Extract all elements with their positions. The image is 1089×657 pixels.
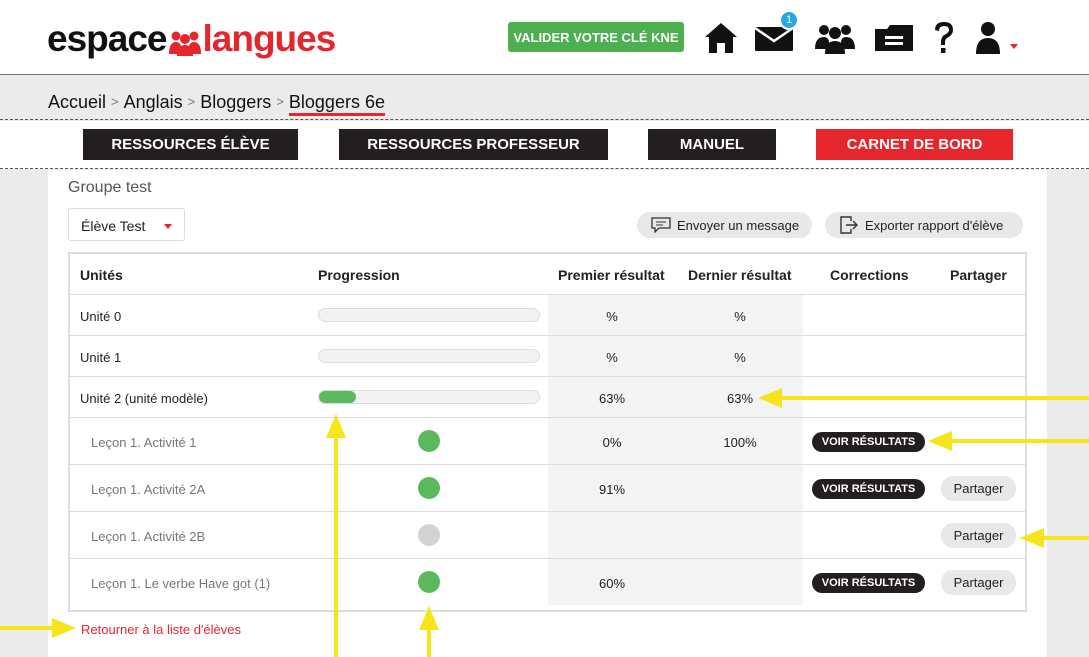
user-icon[interactable] xyxy=(973,18,1003,58)
breadcrumb-item-anglais[interactable]: Anglais xyxy=(124,92,183,112)
first-result: 63% xyxy=(598,391,626,406)
nav-ressources-professeur-button[interactable]: RESSOURCES PROFESSEUR xyxy=(339,129,608,160)
logo-people-icon xyxy=(168,31,201,56)
breadcrumb-separator: > xyxy=(187,94,196,109)
top-header: espace langues VALIDER VOTRE CLÉ KNE 1 xyxy=(0,0,1089,75)
col-header-progress: Progression xyxy=(318,267,400,283)
breadcrumb-item-accueil[interactable]: Accueil xyxy=(48,92,106,112)
home-icon[interactable] xyxy=(702,18,740,58)
mail-badge: 1 xyxy=(779,10,799,30)
share-button[interactable]: Partager xyxy=(941,570,1016,595)
help-icon[interactable] xyxy=(931,18,957,58)
student-select-value: Élève Test xyxy=(81,218,146,234)
back-to-student-list-link[interactable]: Retourner à la liste d'élèves xyxy=(81,622,241,637)
breadcrumb-separator: > xyxy=(276,94,284,109)
first-result: 0% xyxy=(602,435,622,450)
unit-label: Unité 0 xyxy=(80,309,122,324)
user-menu-caret-icon[interactable] xyxy=(1010,44,1018,49)
logo-text-langues: langues xyxy=(202,18,337,59)
first-result: 60% xyxy=(598,576,626,591)
nav-ressources-eleve-button[interactable]: RESSOURCES ÉLÈVE xyxy=(83,129,298,160)
logo-text-espace: espace xyxy=(47,18,167,59)
share-button[interactable]: Partager xyxy=(941,476,1016,501)
send-message-button[interactable]: Envoyer un message xyxy=(637,212,812,238)
chevron-down-icon xyxy=(164,224,172,229)
breadcrumb-separator: > xyxy=(111,94,119,109)
col-header-corrections: Corrections xyxy=(830,267,909,283)
status-dot-done xyxy=(418,430,440,452)
view-results-button[interactable]: VOIR RÉSULTATS xyxy=(812,432,925,452)
progress-bar-fill xyxy=(319,391,357,403)
view-results-button[interactable]: VOIR RÉSULTATS xyxy=(812,573,925,593)
progress-bar xyxy=(318,349,540,363)
last-result: % xyxy=(734,309,746,324)
lesson-label: Leçon 1. Activité 1 xyxy=(91,435,197,450)
nav-carnet-de-bord-button[interactable]: CARNET DE BORD xyxy=(816,129,1013,160)
breadcrumb-bar: Accueil > Anglais > Bloggers > Bloggers 6e xyxy=(0,76,1089,120)
last-result: 63% xyxy=(726,391,754,406)
student-report-panel: Groupe test Élève Test Envoyer un messag… xyxy=(48,170,1047,657)
breadcrumb-item-bloggers[interactable]: Bloggers xyxy=(200,92,271,112)
folder-icon[interactable] xyxy=(873,18,915,58)
breadcrumb-item-current: Bloggers 6e xyxy=(288,92,385,116)
table-row[interactable]: Leçon 1. Activité 2A 91% VOIR RÉSULTATS … xyxy=(70,464,1025,511)
view-results-button[interactable]: VOIR RÉSULTATS xyxy=(812,479,925,499)
export-report-label: Exporter rapport d'élève xyxy=(865,217,1004,233)
lesson-label: Leçon 1. Le verbe Have got (1) xyxy=(91,576,271,591)
espacelangues-logo[interactable]: espace langues xyxy=(47,18,337,60)
col-header-last-result: Dernier résultat xyxy=(688,267,792,283)
table-row[interactable]: Unité 0 % % xyxy=(70,294,1025,335)
breadcrumb: Accueil > Anglais > Bloggers > Bloggers 6e xyxy=(48,92,385,116)
last-result: 100% xyxy=(723,435,757,450)
table-row[interactable]: Unité 1 % % xyxy=(70,335,1025,376)
student-select[interactable]: Élève Test xyxy=(68,208,185,241)
export-icon xyxy=(840,216,858,234)
progress-bar xyxy=(318,308,540,322)
unit-label: Unité 1 xyxy=(80,350,122,365)
status-dot-done xyxy=(418,571,440,593)
first-result: % xyxy=(606,350,618,365)
status-dot-done xyxy=(418,477,440,499)
last-result: % xyxy=(734,350,746,365)
table-row[interactable]: Leçon 1. Activité 2B Partager xyxy=(70,511,1025,558)
share-button[interactable]: Partager xyxy=(941,523,1016,548)
lesson-label: Leçon 1. Activité 2B xyxy=(91,529,206,544)
chat-icon xyxy=(651,217,671,233)
export-report-button[interactable]: Exporter rapport d'élève xyxy=(825,212,1023,238)
result-cell-bg xyxy=(548,512,803,558)
section-nav: RESSOURCES ÉLÈVE RESSOURCES PROFESSEUR M… xyxy=(0,121,1089,169)
table-row[interactable]: Leçon 1. Activité 1 0% 100% VOIR RÉSULTA… xyxy=(70,417,1025,464)
group-title: Groupe test xyxy=(68,179,152,196)
first-result: % xyxy=(606,309,618,324)
col-header-units: Unités xyxy=(80,267,123,283)
validate-kne-button[interactable]: VALIDER VOTRE CLÉ KNE xyxy=(508,22,684,52)
table-row[interactable]: Leçon 1. Le verbe Have got (1) 60% VOIR … xyxy=(70,558,1025,605)
send-message-label: Envoyer un message xyxy=(677,217,800,233)
unit-label: Unité 2 (unité modèle) xyxy=(80,391,208,406)
progress-bar xyxy=(318,390,540,404)
status-dot-pending xyxy=(418,524,440,546)
nav-manuel-button[interactable]: MANUEL xyxy=(648,129,776,160)
col-header-share: Partager xyxy=(950,267,1007,283)
lesson-label: Leçon 1. Activité 2A xyxy=(91,482,206,497)
table-row[interactable]: Unité 2 (unité modèle) 63% 63% xyxy=(70,376,1025,417)
first-result: 91% xyxy=(598,482,626,497)
col-header-first-result: Premier résultat xyxy=(558,267,665,283)
group-icon[interactable] xyxy=(812,18,858,58)
progress-table: Unités Progression Premier résultat Dern… xyxy=(68,252,1027,612)
